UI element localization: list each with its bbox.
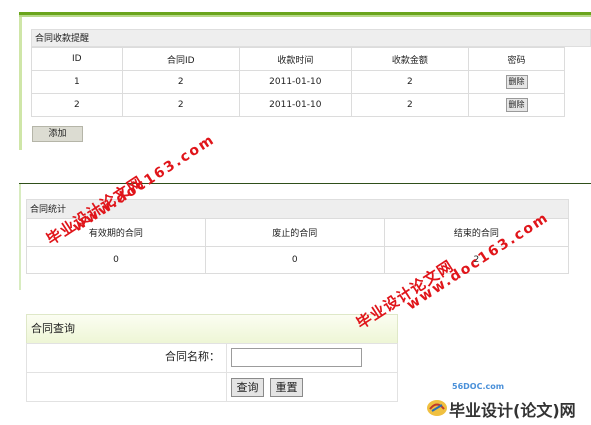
delete-button[interactable]: 删除: [505, 98, 528, 112]
delete-button[interactable]: 删除: [505, 75, 528, 89]
reset-button[interactable]: 重置: [270, 378, 303, 397]
cell-amount: 2: [350, 93, 470, 117]
stats-table-header: 有效期的合同 废止的合同 结束的合同: [26, 218, 570, 247]
table-row: 2 2 2011-01-10 2 删除: [31, 93, 565, 117]
cell-valid-count: 0: [26, 246, 206, 274]
add-button[interactable]: 添加: [32, 126, 83, 142]
panel2-top-border: [19, 183, 591, 184]
contract-name-input[interactable]: [231, 348, 362, 367]
cell-contract-id: 2: [121, 70, 240, 94]
col-header-void-contracts: 废止的合同: [204, 218, 385, 247]
cell-id: 1: [31, 70, 123, 94]
logo-url: 56DOC.com: [452, 382, 505, 391]
col-header-id: ID: [31, 47, 123, 71]
contract-name-label: 合同名称：: [165, 350, 220, 363]
panel1-left-border: [19, 17, 22, 150]
panel1-top-border-light: [19, 15, 591, 17]
cell-contract-id: 2: [121, 93, 240, 117]
cell-void-count: 0: [204, 246, 385, 274]
query-button[interactable]: 查询: [231, 378, 264, 397]
col-header-password: 密码: [468, 47, 565, 71]
reminder-table: ID 合同ID 收款时间 收款金额 密码 1 2 2011-01-10 2 删除…: [31, 47, 565, 117]
reminder-panel-title: 合同收款提醒: [31, 29, 591, 47]
query-button-row: [26, 372, 398, 402]
query-panel-title: 合同查询: [26, 314, 398, 344]
col-header-date: 收款时间: [238, 47, 352, 71]
form-column-divider: [226, 343, 227, 402]
cell-action: 删除: [468, 70, 565, 94]
cell-id: 2: [31, 93, 123, 117]
col-header-contract-id: 合同ID: [121, 47, 240, 71]
col-header-amount: 收款金额: [350, 47, 470, 71]
logo-text: 毕业设计(论文)网: [449, 401, 576, 420]
cell-date: 2011-01-10: [238, 70, 352, 94]
cell-action: 删除: [468, 93, 565, 117]
reminder-table-header: ID 合同ID 收款时间 收款金额 密码: [31, 47, 565, 71]
cell-date: 2011-01-10: [238, 93, 352, 117]
panel2-left-border: [19, 184, 21, 290]
table-row: 1 2 2011-01-10 2 删除: [31, 70, 565, 94]
cell-amount: 2: [350, 70, 470, 94]
book-logo-icon: [427, 400, 447, 416]
